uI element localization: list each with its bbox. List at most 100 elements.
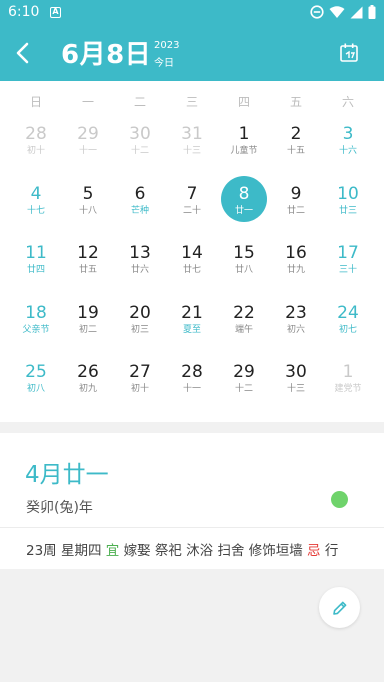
weekday-label: 三: [185, 95, 198, 109]
day-cell[interactable]: 28 十一: [166, 362, 218, 422]
lunar-day: 夏至: [182, 324, 201, 335]
wifi-icon: [329, 5, 345, 18]
lunar-day: 十五: [286, 146, 305, 156]
day-cell[interactable]: 25 初八: [10, 362, 62, 422]
ganzhi-year: 癸卯(兔)年: [26, 500, 93, 516]
day-cell[interactable]: 1 建党节: [322, 362, 374, 422]
day-cell[interactable]: 29 十二: [218, 362, 270, 422]
yi-label: 宜: [105, 543, 120, 559]
divider: [0, 527, 384, 528]
day-number: 2: [290, 124, 302, 144]
lunar-day: 芒种: [130, 205, 149, 216]
lunar-day: 初二: [78, 324, 97, 335]
day-cell[interactable]: 28 初十: [10, 124, 62, 184]
lunar-day: 十一: [78, 146, 97, 156]
lunar-day: 端午: [234, 324, 253, 335]
day-cell[interactable]: 1 儿童节: [218, 124, 270, 184]
day-cell[interactable]: 4 十七: [10, 184, 62, 244]
lunar-day: 十八: [78, 205, 97, 216]
weekday-label: 日: [29, 95, 42, 109]
day-number: 29: [233, 362, 255, 383]
day-cell[interactable]: 18 父亲节: [10, 303, 62, 363]
edit-button[interactable]: [319, 587, 360, 628]
day-cell[interactable]: 16 廿九: [270, 243, 322, 303]
lunar-day: 十六: [338, 146, 357, 156]
day-grid: 28 初十 29 十一 30 十二 31 十三 1 儿童节 2 十五 3 十六 4 十七 5 十八 6 芒种 7 二十 8 廿…: [10, 124, 374, 422]
selected-date-title[interactable]: 6月8日: [61, 34, 151, 71]
day-cell[interactable]: 30 十三: [270, 362, 322, 422]
day-number: 14: [181, 243, 203, 264]
lunar-day: 二十: [182, 205, 201, 216]
day-cell-selected[interactable]: 8 廿一: [218, 175, 270, 244]
back-button[interactable]: [8, 38, 38, 68]
day-cell[interactable]: 22 端午: [218, 303, 270, 363]
lunar-day: 十三: [182, 146, 201, 156]
calendar-switch-button[interactable]: [338, 42, 360, 64]
day-cell[interactable]: 11 廿四: [10, 243, 62, 303]
almanac-strip[interactable]: 23周 星期四 宜 嫁娶 祭祀 沐浴 扫舍 修饰垣墙 忌 行: [26, 539, 356, 559]
status-icons: [310, 5, 376, 19]
day-number: 15: [233, 243, 255, 264]
day-cell[interactable]: 30 十二: [114, 124, 166, 184]
day-cell[interactable]: 9 廿二: [270, 184, 322, 244]
weekday-label: 一: [81, 95, 94, 109]
lunar-day: 父亲节: [22, 324, 50, 335]
weekday-label: 六: [341, 95, 354, 109]
day-detail-card: 4月廿一 癸卯(兔)年 23周 星期四 宜 嫁娶 祭祀 沐浴 扫舍 修饰垣墙 忌…: [0, 433, 384, 569]
day-number: 6: [134, 183, 146, 204]
day-cell[interactable]: 3 十六: [322, 124, 374, 184]
lunar-day: 廿二: [286, 205, 305, 216]
month-calendar: 日 一 二 三 四 五 六 28 初十 29 十一 30 十二 31 十三 1 儿童节 2 十五 3 十六…: [0, 81, 384, 422]
lunar-day: 廿四: [26, 265, 45, 276]
day-cell[interactable]: 17 三十: [322, 243, 374, 303]
day-cell[interactable]: 23 初六: [270, 303, 322, 363]
day-number: 20: [129, 302, 151, 323]
lunar-day: 十二: [234, 384, 253, 395]
weekday-label: 四: [237, 95, 250, 109]
day-number: 10: [337, 183, 359, 204]
lunar-day: 初七: [338, 324, 357, 335]
day-number: 1: [342, 362, 354, 383]
today-label[interactable]: 今日: [154, 54, 174, 69]
day-number: 19: [77, 302, 99, 323]
back-arrow-icon: [16, 42, 29, 64]
day-cell[interactable]: 20 初三: [114, 303, 166, 363]
day-number: 3: [342, 124, 354, 144]
day-cell[interactable]: 14 廿七: [166, 243, 218, 303]
day-cell[interactable]: 19 初二: [62, 303, 114, 363]
day-number: 9: [290, 183, 302, 204]
lunar-day: 廿七: [182, 265, 201, 276]
day-cell[interactable]: 6 芒种: [114, 184, 166, 244]
lunar-day: 十三: [286, 384, 305, 395]
day-cell[interactable]: 5 十八: [62, 184, 114, 244]
day-cell[interactable]: 26 初九: [62, 362, 114, 422]
day-cell[interactable]: 13 廿六: [114, 243, 166, 303]
day-number: 5: [82, 183, 94, 204]
day-number: 23: [285, 302, 307, 323]
day-cell[interactable]: 2 十五: [270, 124, 322, 184]
day-number: 17: [337, 243, 359, 264]
day-cell[interactable]: 29 十一: [62, 124, 114, 184]
day-number: 7: [186, 183, 198, 204]
ji-items: 行: [324, 543, 339, 559]
day-cell[interactable]: 24 初七: [322, 303, 374, 363]
week-info: 23周 星期四: [26, 543, 102, 559]
day-cell[interactable]: 27 初十: [114, 362, 166, 422]
day-number: 29: [77, 124, 99, 144]
day-cell[interactable]: 12 廿五: [62, 243, 114, 303]
day-number: 1: [238, 124, 250, 144]
lunar-date: 4月廿一: [25, 462, 109, 488]
day-cell[interactable]: 15 廿八: [218, 243, 270, 303]
day-number: 28: [25, 124, 47, 144]
lunar-day: 初十: [26, 146, 45, 156]
lunar-day: 初九: [78, 384, 97, 395]
day-cell[interactable]: 10 廿三: [322, 184, 374, 244]
day-cell[interactable]: 21 夏至: [166, 303, 218, 363]
pencil-icon: [332, 601, 346, 615]
lunar-day: 三十: [338, 265, 357, 276]
day-cell[interactable]: 31 十三: [166, 124, 218, 184]
day-cell[interactable]: 7 二十: [166, 184, 218, 244]
status-dot: [331, 491, 348, 508]
lunar-day: 建党节: [334, 384, 362, 395]
lunar-day: 廿八: [234, 265, 253, 276]
